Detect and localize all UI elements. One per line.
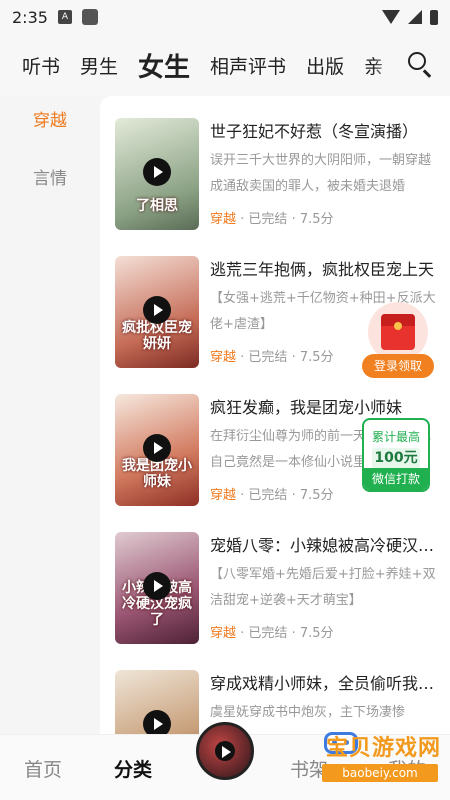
status-time: 2:35	[12, 7, 48, 27]
wechat-payout-float[interactable]: 累计最高 100元 微信打款	[360, 418, 432, 494]
tab-female[interactable]: 女生	[138, 47, 190, 84]
nav-home[interactable]: 首页	[24, 755, 62, 782]
book-meta: 穿越 · 已完结 · 7.5分	[210, 212, 334, 227]
tab-crosstalk[interactable]: 相声评书	[210, 52, 286, 79]
book-score: 7.5分	[299, 350, 334, 365]
nav-category[interactable]: 分类	[114, 755, 152, 782]
watermark-title: 宝贝游戏网	[325, 736, 441, 761]
search-icon[interactable]	[406, 50, 434, 78]
now-playing-button[interactable]	[196, 722, 254, 780]
book-cover: 我是团宠小师妹	[115, 394, 199, 506]
book-tag: 穿越	[210, 626, 237, 641]
wifi-icon	[382, 10, 400, 24]
book-title: 疯狂发癫，我是团宠小师妹	[210, 398, 403, 417]
login-reward-float[interactable]: 登录领取	[362, 302, 434, 378]
payout-caption: 累计最高	[371, 430, 420, 444]
a-notification-icon: A	[57, 10, 72, 24]
tab-male[interactable]: 男生	[80, 52, 118, 79]
book-tag: 穿越	[210, 350, 237, 365]
subcategory-sidebar: 穿越 言情	[0, 96, 100, 734]
play-icon[interactable]	[143, 158, 171, 186]
book-description: 误开三千大世界的大阴阳师，一朝穿越成通敌卖国的罪人，被未婚夫退婚	[210, 153, 432, 194]
book-item[interactable]: 小辣媳被高冷硬汉宠疯了 宠婚八零：小辣媳被高冷硬汉宠疯了 【八零军婚+先婚后爱+…	[115, 532, 445, 644]
login-reward-label: 登录领取	[362, 354, 434, 378]
book-meta: 穿越 · 已完结 · 7.5分	[210, 626, 334, 641]
site-watermark: 宝贝游戏网 baobeiy.com	[270, 728, 445, 788]
cover-title: 我是团宠小师妹	[122, 458, 192, 490]
book-tag: 穿越	[210, 212, 237, 227]
book-title: 宠婚八零：小辣媳被高冷硬汉宠疯了	[210, 536, 445, 555]
book-item[interactable]: 了相思 世子狂妃不好惹（冬宣演播） 误开三千大世界的大阴阳师，一朝穿越成通敌卖国…	[115, 118, 445, 230]
sidebar-item-time-travel[interactable]: 穿越	[0, 96, 100, 154]
book-cover	[115, 670, 199, 734]
book-score: 7.5分	[299, 626, 334, 641]
book-tag: 穿越	[210, 488, 237, 503]
play-icon[interactable]	[143, 710, 171, 734]
tab-audiobook[interactable]: 听书	[22, 52, 60, 79]
book-status: 已完结	[248, 212, 288, 227]
book-status: 已完结	[248, 350, 288, 365]
book-cover: 了相思	[115, 118, 199, 230]
signal-icon	[408, 10, 422, 24]
book-cover: 小辣媳被高冷硬汉宠疯了	[115, 532, 199, 644]
book-list: 了相思 世子狂妃不好惹（冬宣演播） 误开三千大世界的大阴阳师，一朝穿越成通敌卖国…	[100, 96, 450, 734]
book-title: 世子狂妃不好惹（冬宣演播）	[210, 122, 419, 141]
payout-button[interactable]: 微信打款	[364, 468, 428, 490]
play-icon[interactable]	[143, 572, 171, 600]
sidebar-item-romance[interactable]: 言情	[0, 154, 100, 212]
book-title: 逃荒三年抱俩，疯批权臣宠上天	[210, 260, 435, 279]
book-status: 已完结	[248, 488, 288, 503]
battery-icon	[430, 9, 438, 25]
book-score: 7.5分	[299, 212, 334, 227]
category-tab-bar: 听书 男生 女生 相声评书 出版 亲	[0, 34, 450, 96]
book-score: 7.5分	[299, 488, 334, 503]
watermark-url: baobeiy.com	[322, 764, 438, 782]
play-icon[interactable]	[143, 434, 171, 462]
cover-title: 疯批权臣宠妍妍	[122, 320, 192, 352]
payout-amount: 100元	[372, 448, 420, 468]
cover-title: 了相思	[136, 198, 178, 214]
tab-fade	[372, 34, 402, 96]
square-notification-icon	[81, 9, 98, 25]
book-meta: 穿越 · 已完结 · 7.5分	[210, 488, 334, 503]
book-cover: 疯批权臣宠妍妍	[115, 256, 199, 368]
tab-publishing[interactable]: 出版	[306, 52, 344, 79]
book-status: 已完结	[248, 626, 288, 641]
status-bar: 2:35 A	[0, 0, 450, 34]
book-title: 穿成戏精小师妹，全员偷听我心声	[210, 674, 445, 693]
book-meta: 穿越 · 已完结 · 7.5分	[210, 350, 334, 365]
play-icon[interactable]	[143, 296, 171, 324]
book-item[interactable]: 穿成戏精小师妹，全员偷听我心声 虞星妩穿成书中炮灰，主下场凄惨	[115, 670, 445, 734]
book-description: 【八零军婚+先婚后爱+打脸+养娃+双洁甜宠+逆袭+天才萌宝】	[210, 567, 436, 608]
